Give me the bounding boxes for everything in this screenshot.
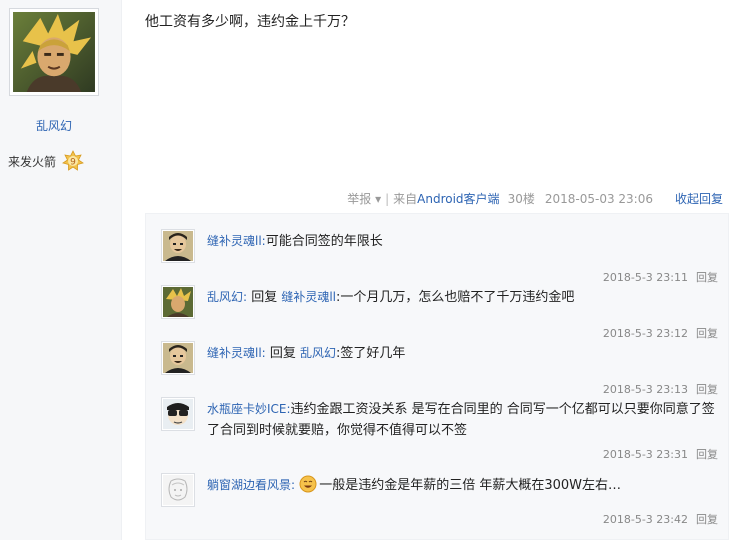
avatar[interactable] (161, 473, 195, 507)
rank-badge-icon: 9 (62, 150, 84, 171)
reply-word: 回复 (251, 290, 278, 305)
author-name[interactable]: 乱风幻 (36, 117, 72, 134)
reply-button[interactable]: 回复 (696, 513, 718, 526)
comment-username[interactable]: 乱风幻: (207, 290, 247, 304)
post-meta: 举报 ▾ | 来自 Android客户端 30楼 2018-05-03 23:0… (347, 190, 723, 207)
reply-target-username[interactable]: 乱风幻 (300, 346, 336, 360)
comment-text: :一个月几万，怎么也赔不了千万违约金吧 (336, 290, 575, 305)
comment-username[interactable]: 水瓶座卡妙ICE: (207, 402, 291, 416)
floor-number: 30楼 (507, 192, 535, 206)
post-content: 他工资有多少啊，违约金上千万？ (145, 14, 355, 30)
smiley-emoji-icon (299, 475, 317, 493)
client-link[interactable]: Android客户端 (417, 190, 499, 207)
list-item: 躺窗湖边看风景: 一般是违约金是年薪的三倍 年薪大概在300W左右… 2018-… (161, 473, 726, 533)
comment-time: 2018-5-3 23:11 (602, 271, 688, 284)
comment-time: 2018-5-3 23:12 (602, 327, 688, 340)
comment-text: 可能合同签的年限长 (265, 234, 383, 249)
avatar[interactable] (9, 8, 99, 96)
author-avatar-image (13, 12, 95, 92)
reply-word: 回复 (269, 346, 296, 361)
avatar-image (163, 231, 193, 261)
list-item: 缝补灵魂ll:可能合同签的年限长 2018-5-3 23:11 回复 (161, 229, 726, 287)
rank-title: 来发火箭 (8, 154, 57, 169)
comment-footer: 2018-5-3 23:13 回复 (603, 381, 718, 397)
avatar-image (163, 287, 193, 317)
comment-time: 2018-5-3 23:31 (602, 448, 688, 461)
reply-button[interactable]: 回复 (696, 448, 718, 461)
report-button[interactable]: 举报 ▾ (347, 190, 381, 207)
avatar[interactable] (161, 341, 195, 375)
reply-button[interactable]: 回复 (696, 383, 718, 396)
comment-text: :签了好几年 (336, 346, 406, 361)
comment-list: 缝补灵魂ll:可能合同签的年限长 2018-5-3 23:11 回复 乱风幻: 回… (145, 213, 729, 540)
list-item: 缝补灵魂ll: 回复 乱风幻:签了好几年 2018-5-3 23:13 回复 (161, 341, 726, 399)
comment-footer: 2018-5-3 23:11 回复 (603, 269, 718, 285)
reply-target-username[interactable]: 缝补灵魂ll (281, 290, 336, 304)
comment-body: 水瓶座卡妙ICE:违约金跟工资没关系 是写在合同里的 合同写一个亿都可以只要你同… (207, 399, 718, 441)
client-prefix: 来自 (393, 192, 418, 206)
reply-button[interactable]: 回复 (696, 271, 718, 284)
comment-footer: 2018-5-3 23:12 回复 (603, 325, 718, 341)
comment-footer: 2018-5-3 23:31 回复 (603, 446, 718, 462)
list-item: 乱风幻: 回复 缝补灵魂ll:一个月几万，怎么也赔不了千万违约金吧 2018-5… (161, 285, 726, 343)
comment-username[interactable]: 缝补灵魂ll: (207, 234, 266, 248)
list-item: 水瓶座卡妙ICE:违约金跟工资没关系 是写在合同里的 合同写一个亿都可以只要你同… (161, 397, 726, 465)
avatar-image (163, 399, 193, 429)
post-datetime: 2018-05-03 23:06 (544, 191, 653, 206)
comment-username[interactable]: 躺窗湖边看风景: (207, 478, 295, 492)
meta-separator: | (385, 191, 390, 206)
rank-level: 9 (70, 158, 76, 168)
comment-text: 一般是违约金是年薪的三倍 年薪大概在300W左右… (319, 478, 621, 493)
user-rank: 来发火箭 9 (8, 150, 84, 172)
avatar-image (163, 475, 193, 505)
avatar[interactable] (161, 285, 195, 319)
comment-footer: 2018-5-3 23:42 回复 (603, 511, 718, 527)
avatar-image (163, 343, 193, 373)
comment-body: 乱风幻: 回复 缝补灵魂ll:一个月几万，怎么也赔不了千万违约金吧 (207, 287, 718, 308)
avatar[interactable] (161, 229, 195, 263)
collapse-replies-button[interactable]: 收起回复 (675, 190, 723, 207)
comment-time: 2018-5-3 23:13 (602, 383, 688, 396)
author-panel: 乱风幻 来发火箭 9 (0, 0, 122, 540)
avatar[interactable] (161, 397, 195, 431)
comment-username[interactable]: 缝补灵魂ll: (207, 346, 266, 360)
reply-button[interactable]: 回复 (696, 327, 718, 340)
comment-time: 2018-5-3 23:42 (602, 513, 688, 526)
comment-body: 躺窗湖边看风景: 一般是违约金是年薪的三倍 年薪大概在300W左右… (207, 475, 718, 496)
comment-body: 缝补灵魂ll:可能合同签的年限长 (207, 231, 718, 252)
comment-body: 缝补灵魂ll: 回复 乱风幻:签了好几年 (207, 343, 718, 364)
